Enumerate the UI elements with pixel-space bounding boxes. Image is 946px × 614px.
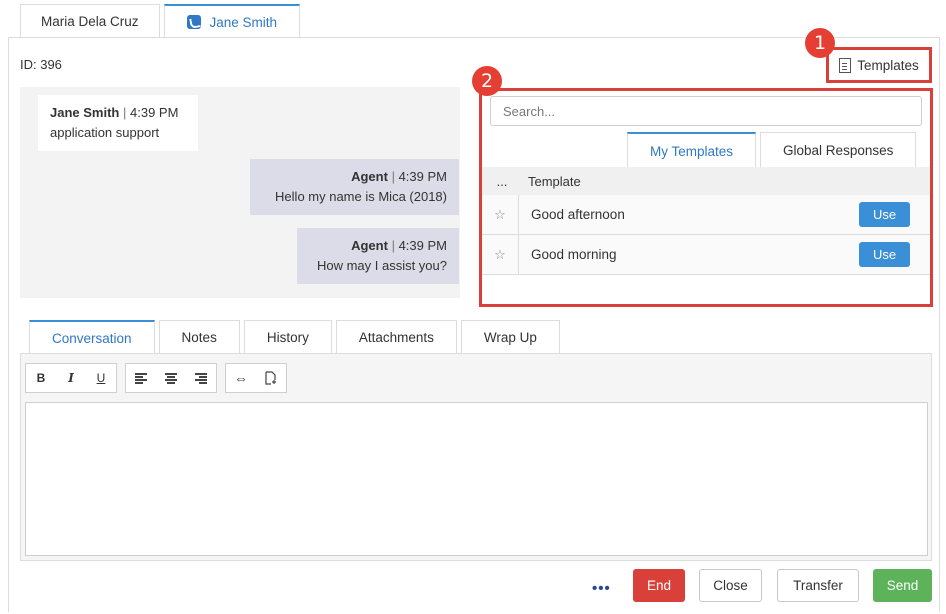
align-left-button[interactable] — [126, 364, 156, 392]
insert-group: ⇔ — [225, 363, 287, 393]
message-sender: Agent — [351, 169, 388, 184]
align-center-button[interactable] — [156, 364, 186, 392]
align-right-icon — [195, 373, 207, 384]
contact-tab-maria-dela-cruz[interactable]: Maria Dela Cruz — [20, 4, 160, 38]
align-left-icon — [135, 373, 147, 384]
callout-badge-2: 2 — [472, 66, 502, 96]
search-placeholder: Search... — [503, 103, 556, 119]
table-header: ... Template — [482, 167, 930, 195]
tab-label: My Templates — [650, 143, 734, 159]
star-icon[interactable]: ☆ — [482, 195, 519, 234]
tab-label: Global Responses — [783, 143, 894, 158]
chat-message-agent: Agent | 4:39 PM Hello my name is Mica (2… — [250, 159, 459, 215]
tab-label: Attachments — [358, 330, 434, 345]
message-separator: | — [122, 105, 127, 120]
contact-tab-jane-smith[interactable]: Jane Smith — [163, 4, 301, 38]
chat-message-agent: Agent | 4:39 PM How may I assist you? — [297, 228, 459, 284]
transfer-button[interactable]: Transfer — [777, 569, 859, 602]
callout-badge-1: 1 — [805, 28, 835, 58]
italic-button[interactable]: I — [56, 364, 86, 392]
send-button[interactable]: Send — [873, 569, 932, 602]
message-input[interactable] — [25, 402, 928, 556]
end-button[interactable]: End — [633, 569, 685, 602]
column-header-template: Template — [528, 173, 581, 189]
align-right-button[interactable] — [186, 364, 216, 392]
underline-icon: U — [96, 371, 106, 385]
tab-label: Wrap Up — [483, 330, 537, 345]
template-tabs: My Templates Global Responses — [627, 132, 920, 168]
templates-table: ... Template ☆ Good afternoon Use ☆ Good… — [482, 167, 930, 275]
contact-tabs: Maria Dela Cruz Jane Smith — [20, 4, 304, 38]
chat-message-customer: Jane Smith | 4:39 PM application support — [38, 95, 198, 151]
phone-icon — [186, 15, 201, 29]
message-text: Hello my name is Mica (2018) — [275, 189, 447, 204]
italic-icon: I — [68, 371, 74, 385]
tab-my-templates[interactable]: My Templates — [627, 132, 757, 168]
star-icon[interactable]: ☆ — [482, 235, 519, 274]
templates-button-label: Templates — [857, 57, 919, 73]
message-sender: Agent — [351, 238, 388, 253]
align-center-icon — [165, 373, 177, 384]
template-search-input[interactable]: Search... — [490, 96, 922, 126]
message-separator: | — [391, 238, 395, 253]
link-button[interactable]: ⇔ — [226, 364, 256, 392]
chat-transcript: Jane Smith | 4:39 PM application support… — [20, 87, 460, 298]
table-row: ☆ Good morning Use — [482, 235, 930, 275]
bold-button[interactable]: B — [26, 364, 56, 392]
tab-label: Notes — [181, 330, 217, 345]
underline-button[interactable]: U — [86, 364, 116, 392]
templates-panel: Search... My Templates Global Responses … — [479, 88, 933, 307]
template-name: Good morning — [531, 247, 617, 262]
contact-tab-label: Maria Dela Cruz — [41, 14, 139, 29]
tab-conversation[interactable]: Conversation — [29, 320, 155, 354]
tab-history[interactable]: History — [243, 320, 332, 354]
close-button[interactable]: Close — [699, 569, 762, 602]
add-file-icon — [265, 371, 276, 385]
message-time: 4:39 PM — [398, 238, 447, 253]
column-header-menu[interactable]: ... — [482, 174, 522, 189]
use-template-button[interactable]: Use — [859, 202, 910, 227]
conversation-id: ID: 396 — [20, 57, 62, 72]
document-icon — [839, 57, 852, 73]
editor-toolbar: B I U ⇔ — [25, 363, 295, 393]
message-time: 4:39 PM — [130, 105, 179, 120]
templates-button[interactable]: Templates — [826, 47, 932, 83]
tab-attachments[interactable]: Attachments — [335, 320, 457, 354]
tab-notes[interactable]: Notes — [158, 320, 240, 354]
tab-wrap-up[interactable]: Wrap Up — [460, 320, 560, 354]
insert-file-button[interactable] — [256, 364, 286, 392]
align-group — [125, 363, 217, 393]
table-row: ☆ Good afternoon Use — [482, 195, 930, 235]
message-text: How may I assist you? — [316, 258, 447, 273]
bold-icon: B — [36, 371, 46, 385]
message-time: 4:39 PM — [398, 169, 447, 184]
message-text: application support — [50, 125, 160, 140]
tab-global-responses[interactable]: Global Responses — [760, 132, 917, 168]
use-template-button[interactable]: Use — [859, 242, 910, 267]
conversation-tabs: Conversation Notes History Attachments W… — [29, 320, 564, 354]
format-group: B I U — [25, 363, 117, 393]
more-actions-button[interactable]: ••• — [592, 580, 611, 597]
template-name: Good afternoon — [531, 207, 625, 222]
contact-tab-label: Jane Smith — [209, 14, 278, 30]
tab-label: History — [266, 330, 309, 345]
message-sender: Jane Smith — [50, 105, 120, 120]
message-editor: B I U ⇔ — [20, 353, 932, 561]
link-icon: ⇔ — [234, 370, 248, 386]
tab-label: Conversation — [52, 330, 132, 346]
message-separator: | — [391, 169, 395, 184]
